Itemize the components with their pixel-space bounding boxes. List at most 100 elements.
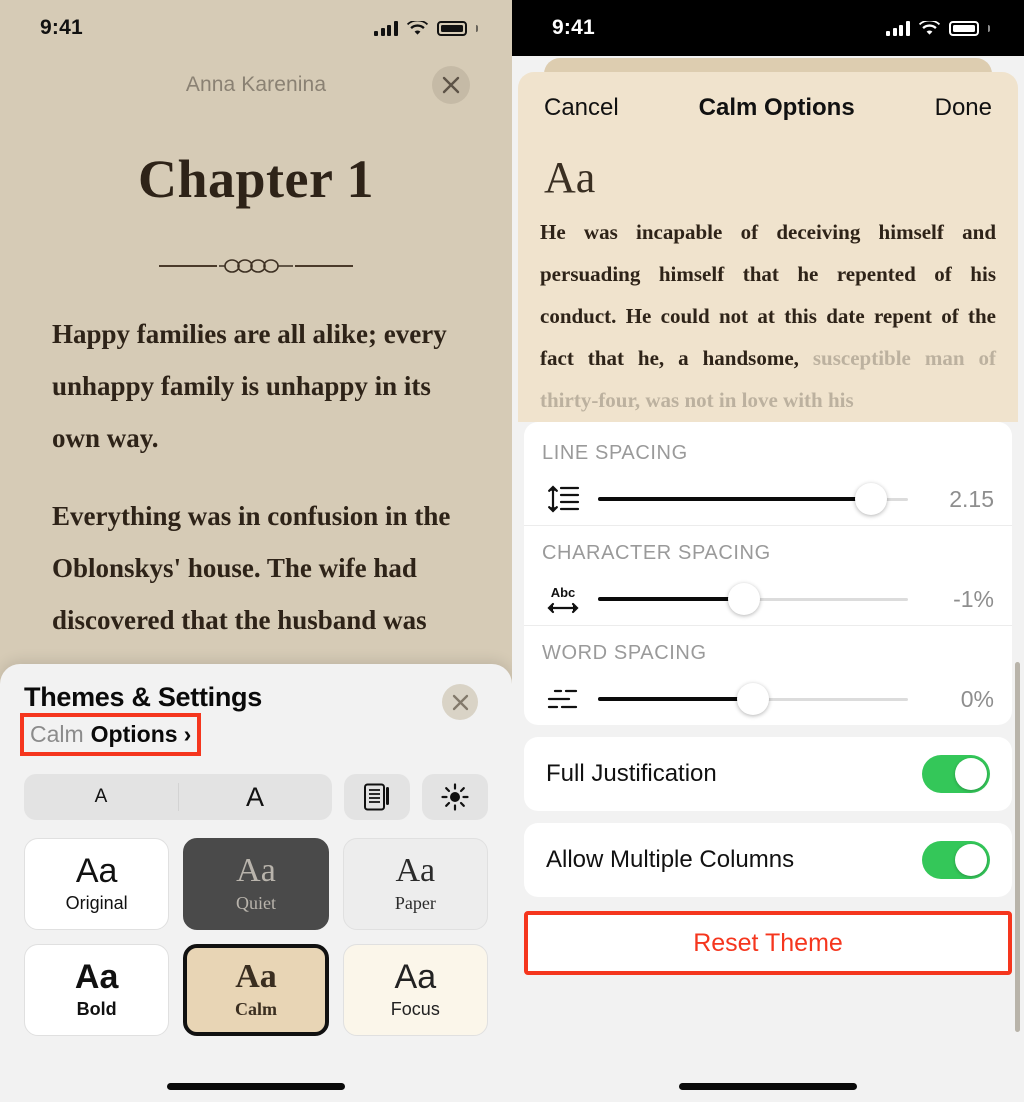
battery-nub-icon [475, 24, 478, 32]
home-indicator[interactable] [679, 1083, 857, 1090]
theme-sample: Aa [395, 852, 436, 889]
home-indicator[interactable] [167, 1083, 345, 1090]
toggle-knob [955, 758, 987, 790]
allow-multiple-columns-row[interactable]: Allow Multiple Columns [524, 823, 1012, 897]
reader-controls-row: A A [24, 774, 488, 820]
font-size-increase-button[interactable]: A [178, 774, 332, 820]
slider-knob[interactable] [727, 583, 760, 615]
theme-label: Focus [390, 999, 440, 1019]
cancel-button[interactable]: Cancel [544, 94, 619, 122]
character-spacing-icon: Abc [542, 583, 584, 615]
paragraph-1: Happy families are all alike; every unha… [52, 319, 447, 453]
character-spacing-label: CHARACTER SPACING [542, 542, 771, 564]
character-spacing-slider[interactable] [598, 581, 908, 617]
wifi-icon [406, 20, 428, 36]
word-spacing-slider[interactable] [598, 681, 908, 717]
themes-settings-sheet: Themes & Settings Calm Options › A A Aa … [0, 664, 512, 1102]
word-spacing-value: 0% [960, 685, 994, 712]
theme-sample: Aa [236, 852, 276, 889]
theme-sample: Aa [75, 852, 118, 890]
line-spacing-label: LINE SPACING [542, 442, 688, 464]
theme-label: Quiet [235, 893, 276, 913]
line-spacing-icon [542, 484, 584, 514]
slider-fill [598, 597, 744, 601]
slider-knob[interactable] [854, 483, 887, 515]
theme-card-bold[interactable]: Aa Bold [24, 944, 170, 1036]
ornamental-divider-icon [0, 256, 512, 276]
vertical-scrollbar[interactable] [1015, 662, 1020, 1032]
cellular-bars-icon [886, 20, 910, 36]
left-phone-screen: 9:41 Anna Karenina Chapter 1 Happy famil… [0, 0, 512, 1102]
chapter-heading: Chapter 1 [137, 149, 374, 209]
chevron-right-icon: › [183, 721, 192, 747]
preview-text: He was incapable of deceiving himself an… [518, 203, 1018, 421]
status-indicators [374, 20, 478, 36]
line-spacing-group: LINE SPACING 2.15 [524, 426, 1012, 525]
toggle-knob [955, 844, 987, 876]
theme-sample: Aa [394, 958, 437, 996]
line-spacing-slider[interactable] [598, 481, 908, 517]
close-icon[interactable] [442, 684, 478, 720]
full-justification-label: Full Justification [546, 760, 717, 787]
preview-sample-label: Aa [544, 153, 596, 202]
paragraph-2: Everything was in confusion in the Oblon… [52, 501, 451, 635]
calm-options-sheet: Cancel Calm Options Done Aa He was incap… [518, 72, 1018, 422]
allow-multiple-columns-toggle[interactable] [922, 841, 990, 879]
theme-label: Paper [394, 893, 436, 913]
brightness-sun-icon[interactable] [422, 774, 488, 820]
chapter-body: Happy families are all alike; every unha… [0, 308, 512, 646]
calm-options-highlight: Calm Options › [19, 713, 202, 756]
theme-label: Calm [234, 999, 277, 1019]
status-indicators [886, 20, 990, 36]
theme-label: Bold [76, 999, 117, 1019]
full-justification-row[interactable]: Full Justification [524, 737, 1012, 811]
line-spacing-row: 2.15 [542, 481, 994, 517]
theme-card-calm[interactable]: Aa Calm [183, 944, 329, 1036]
page-layout-icon[interactable] [344, 774, 410, 820]
sheet-navigation-bar: Cancel Calm Options Done [518, 72, 1018, 128]
theme-sample: Aa [235, 958, 277, 995]
status-bar-right: 9:41 [512, 0, 1024, 56]
status-bar-left: 9:41 [0, 0, 512, 56]
close-icon[interactable] [432, 66, 470, 104]
allow-multiple-columns-label: Allow Multiple Columns [546, 846, 795, 873]
font-size-segmented-control: A A [24, 774, 332, 820]
theme-card-original[interactable]: Aa Original [24, 838, 170, 930]
calm-options-link[interactable]: Calm Options › [24, 717, 197, 752]
book-title: Anna Karenina [185, 73, 327, 96]
theme-card-quiet[interactable]: Aa Quiet [183, 838, 329, 930]
themes-sheet-header: Themes & Settings Calm Options › [19, 682, 488, 756]
cellular-bars-icon [374, 20, 398, 36]
battery-icon [948, 20, 979, 36]
slider-fill [598, 497, 871, 501]
right-phone-screen: 9:41 Cancel Calm Options Done Aa He was … [512, 0, 1024, 1102]
theme-label: Original [65, 893, 128, 913]
word-spacing-label: WORD SPACING [542, 642, 707, 664]
theme-card-paper[interactable]: Aa Paper [342, 838, 488, 930]
slider-knob[interactable] [737, 683, 769, 715]
word-spacing-icon [542, 685, 584, 713]
word-spacing-group: WORD SPACING 0% [524, 625, 1012, 725]
character-spacing-group: CHARACTER SPACING Abc -1% [524, 525, 1012, 625]
current-theme-name: Calm [30, 721, 84, 747]
theme-sample: Aa [74, 958, 119, 996]
font-size-decrease-button[interactable]: A [24, 774, 178, 820]
full-justification-toggle[interactable] [922, 755, 990, 793]
battery-nub-icon [987, 24, 990, 32]
theme-card-focus[interactable]: Aa Focus [342, 944, 488, 1036]
slider-fill [598, 697, 753, 701]
character-spacing-value: -1% [953, 585, 994, 612]
status-time: 9:41 [552, 16, 595, 39]
options-label: Options [90, 721, 178, 747]
sheet-title: Calm Options [698, 94, 855, 121]
reset-theme-highlight: Reset Theme [524, 911, 1012, 975]
done-button[interactable]: Done [935, 94, 992, 122]
status-time: 9:41 [40, 16, 83, 39]
word-spacing-row: 0% [542, 681, 994, 717]
character-spacing-row: Abc -1% [542, 581, 994, 617]
wifi-icon [918, 20, 940, 36]
reset-theme-button[interactable]: Reset Theme [524, 911, 1012, 975]
reader-header: Anna Karenina [0, 56, 512, 114]
battery-icon [436, 20, 467, 36]
settings-scroll-area[interactable]: LINE SPACING 2.15 CHARACTER SPACING Abc … [512, 422, 1024, 1102]
